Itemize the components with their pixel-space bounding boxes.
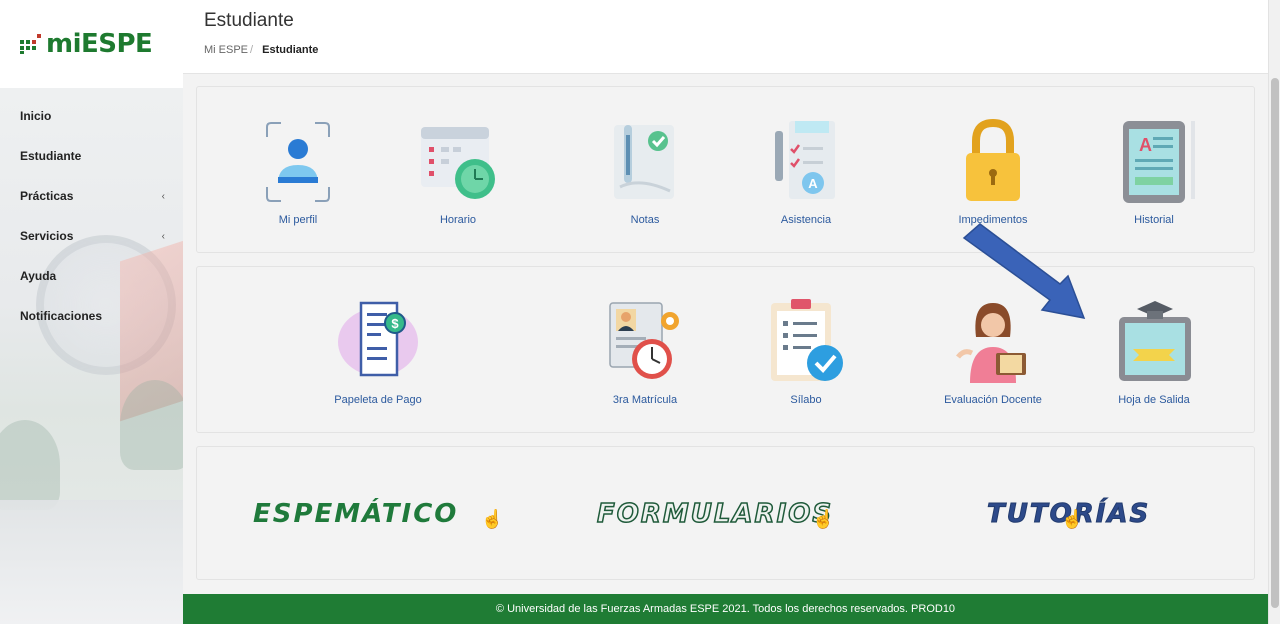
tile-hoja-de-salida[interactable]: Hoja de Salida	[1084, 297, 1224, 406]
tile-papeleta-de-pago[interactable]: $ Papeleta de Pago	[308, 297, 448, 406]
sidebar-item-ayuda[interactable]: Ayuda	[0, 256, 183, 296]
tile-label: Sílabo	[790, 394, 822, 406]
tile-label: Mi perfil	[278, 214, 318, 226]
breadcrumb: Mi ESPE / Estudiante	[204, 44, 1268, 56]
enrollment-clock-icon	[609, 302, 679, 379]
footer: © Universidad de las Fuerzas Armadas ESP…	[183, 594, 1268, 624]
svg-text:$: $	[391, 316, 399, 331]
logo[interactable]: miESPE	[0, 0, 183, 88]
tile-asistencia[interactable]: A Asistencia	[736, 117, 876, 226]
tile-silabo[interactable]: Sílabo	[736, 297, 876, 406]
chevron-left-icon: ‹	[161, 190, 165, 202]
tile-historial[interactable]: A Historial	[1084, 117, 1224, 226]
sidebar-item-practicas[interactable]: Prácticas ‹	[0, 176, 183, 216]
tile-label: Impedimentos	[958, 214, 1028, 226]
hand-cursor-icon: ☝	[812, 509, 835, 529]
tile-label: Papeleta de Pago	[334, 394, 422, 406]
tile-notas[interactable]: Notas	[575, 117, 715, 226]
svg-text:A: A	[1139, 135, 1152, 155]
payment-receipt-icon: $	[338, 301, 418, 377]
hand-cursor-icon: ☝	[1061, 509, 1084, 529]
breadcrumb-current: Estudiante	[262, 44, 319, 56]
chevron-left-icon: ‹	[161, 230, 165, 242]
tile-label: 3ra Matrícula	[612, 394, 678, 406]
tile-label: Hoja de Salida	[1118, 394, 1190, 406]
ground-image	[0, 500, 183, 624]
logo-dots-icon	[20, 34, 41, 54]
hand-cursor-icon: ☝	[481, 509, 504, 529]
espematico-link[interactable]: ESPEMÁTICO	[253, 499, 458, 529]
services-panel-2: $ Papeleta de Pago 3ra Matrícula Sílabo …	[196, 266, 1255, 433]
sidebar-item-label: Notificaciones	[20, 309, 103, 323]
tile-3ra-matricula[interactable]: 3ra Matrícula	[575, 297, 715, 406]
tile-impedimentos[interactable]: Impedimentos	[923, 117, 1063, 226]
breadcrumb-link-mi-espe[interactable]: Mi ESPE	[204, 44, 248, 56]
tile-label: Horario	[439, 214, 477, 226]
sidebar-menu: Inicio Estudiante Prácticas ‹ Servicios …	[0, 96, 183, 336]
attendance-icon: A	[775, 121, 835, 199]
formularios-link[interactable]: FORMULARIOS	[596, 498, 833, 530]
tile-evaluacion-docente[interactable]: Evaluación Docente	[923, 297, 1063, 406]
calendar-clock-icon	[421, 127, 495, 199]
sidebar: miESPE Inicio Estudiante Prácticas ‹ Ser…	[0, 0, 183, 624]
page-header: Estudiante Mi ESPE / Estudiante	[183, 0, 1268, 74]
sidebar-item-label: Estudiante	[20, 149, 82, 163]
teacher-evaluation-icon	[956, 303, 1026, 383]
breadcrumb-separator: /	[250, 44, 254, 56]
sidebar-item-inicio[interactable]: Inicio	[0, 96, 183, 136]
tile-label: Evaluación Docente	[944, 394, 1042, 406]
scrollbar-thumb[interactable]	[1271, 78, 1279, 608]
sidebar-item-label: Inicio	[20, 109, 52, 123]
tile-label: Historial	[1134, 214, 1174, 226]
tile-label: Notas	[630, 214, 660, 226]
syllabus-check-icon	[771, 299, 843, 381]
history-tablet-icon: A	[1123, 121, 1195, 203]
graduation-tablet-icon	[1119, 301, 1191, 381]
profile-icon	[266, 122, 330, 202]
tile-horario[interactable]: Horario	[388, 117, 528, 226]
sidebar-item-servicios[interactable]: Servicios ‹	[0, 216, 183, 256]
tree-image	[120, 380, 183, 470]
sidebar-item-estudiante[interactable]: Estudiante	[0, 136, 183, 176]
grades-icon	[614, 125, 674, 199]
services-panel-1: Mi perfil Horario Notas A Asistencia Imp…	[196, 86, 1255, 253]
tile-mi-perfil[interactable]: Mi perfil	[228, 117, 368, 226]
svg-text:A: A	[808, 176, 818, 191]
page-title: Estudiante	[204, 10, 294, 31]
sidebar-item-label: Prácticas	[20, 189, 74, 203]
lock-icon	[966, 118, 1020, 201]
sidebar-item-notificaciones[interactable]: Notificaciones	[0, 296, 183, 336]
page-scrollbar[interactable]	[1268, 0, 1280, 624]
quick-links-panel: ESPEMÁTICO ☝ FORMULARIOS ☝ TUTORÍAS ☝	[196, 446, 1255, 580]
sidebar-item-label: Ayuda	[20, 269, 57, 283]
tile-label: Asistencia	[780, 214, 832, 226]
sidebar-item-label: Servicios	[20, 229, 74, 243]
logo-text: miESPE	[46, 29, 153, 59]
